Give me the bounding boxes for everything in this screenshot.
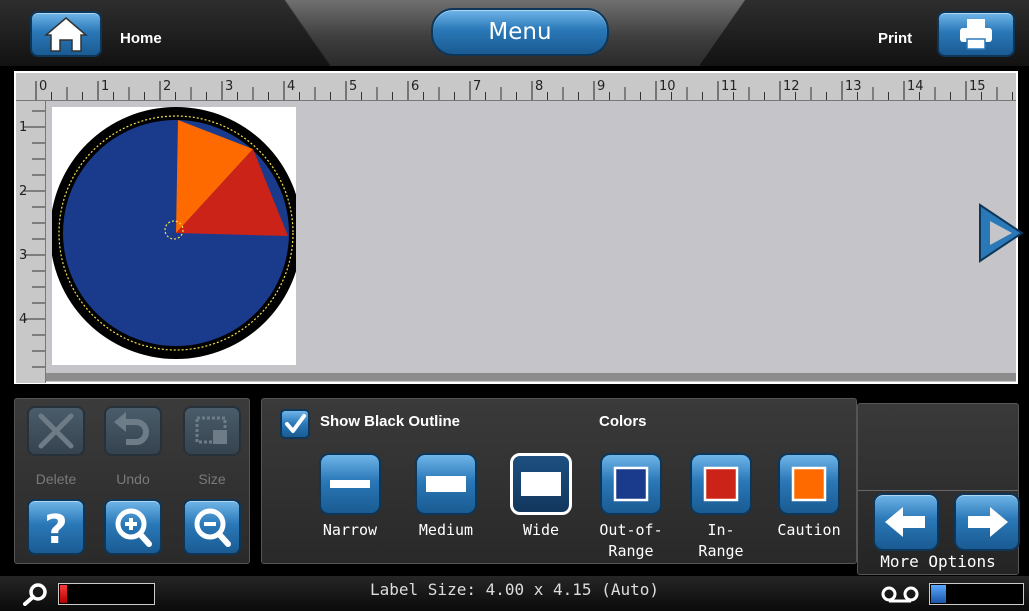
delete-label: Delete (35, 471, 77, 487)
delete-x-icon (38, 413, 74, 449)
label-editor-canvas[interactable]: 0 1 2 3 4 5 6 7 8 9 10 11 12 13 14 15 1234 (14, 71, 1024, 384)
home-label: Home (120, 30, 162, 47)
medium-line-icon (426, 476, 466, 492)
top-bar: Home Menu Print (0, 0, 1029, 66)
medium-label: Medium (418, 521, 474, 539)
zoom-out-button[interactable] (183, 499, 241, 555)
ruler-label: 6 (411, 79, 419, 94)
svg-text:?: ? (44, 507, 67, 553)
ruler-label: 3 (225, 79, 233, 94)
zoom-out-icon (194, 508, 231, 547)
size-button[interactable] (183, 406, 241, 456)
show-outline-label: Show Black Outline (320, 413, 461, 430)
caution-swatch-icon (791, 466, 827, 502)
help-button[interactable]: ? (27, 499, 85, 555)
narrow-line-icon (330, 480, 370, 488)
tape-cassette-icon (881, 586, 919, 603)
print-label: Print (878, 30, 913, 47)
tape-level-fill (931, 585, 946, 603)
home-icon (43, 17, 89, 52)
caution-color-button[interactable] (778, 453, 840, 515)
vertical-ruler: 1 2 3 4 (16, 101, 46, 383)
print-button[interactable] (937, 11, 1015, 57)
ruler-label: 4 (19, 312, 27, 327)
ruler-label: 7 (473, 79, 481, 94)
zoom-in-icon (115, 508, 152, 547)
horizontal-scrollbar[interactable] (46, 373, 1016, 381)
ruler-label: 10 (659, 79, 676, 94)
help-question-icon: ? (44, 507, 67, 553)
wide-line-icon (521, 472, 561, 496)
tool-panel: Delete Undo Size ? (14, 398, 250, 564)
colors-heading: Colors (599, 413, 647, 430)
size-label: Size (198, 471, 226, 487)
ruler-label: 4 (287, 79, 295, 94)
wide-label: Wide (522, 521, 560, 539)
ruler-label: 13 (845, 79, 862, 94)
menu-button[interactable]: Menu (431, 8, 609, 56)
caution-label: Caution (777, 521, 841, 539)
label-size-status: Label Size: 4.00 x 4.15 (Auto) (370, 580, 659, 599)
medium-outline-button[interactable] (415, 453, 477, 515)
gauge-pie-graphic[interactable] (50, 107, 302, 365)
ruler-label: 15 (969, 79, 986, 94)
tape-level-meter (929, 583, 1024, 605)
home-button[interactable] (30, 11, 102, 57)
narrow-label: Narrow (322, 521, 378, 539)
ruler-label: 14 (907, 79, 924, 94)
ruler-label: 2 (19, 184, 27, 199)
zoom-in-button[interactable] (104, 499, 162, 555)
horizontal-ruler: 0 1 2 3 4 5 6 7 8 9 10 11 12 13 14 15 (16, 73, 1016, 101)
show-outline-checkbox[interactable] (280, 409, 310, 439)
ruler-label: 3 (19, 248, 27, 263)
narrow-outline-button[interactable] (319, 453, 381, 515)
in-range-swatch-icon (703, 466, 739, 502)
ruler-label: 8 (535, 79, 543, 94)
undo-label: Undo (116, 471, 150, 487)
ruler-label: 5 (349, 79, 357, 94)
ruler-label: 11 (721, 79, 738, 94)
previous-options-button[interactable] (873, 493, 939, 551)
out-of-range-label: Out-of- Range (599, 521, 663, 560)
checkmark-icon (285, 414, 306, 433)
ruler-label: 2 (163, 79, 171, 94)
printer-icon (960, 19, 992, 50)
out-of-range-swatch-icon (613, 466, 649, 502)
ruler-label: 1 (101, 79, 109, 94)
in-range-label: In- Range (698, 521, 744, 560)
outline-options-panel: Show Black Outline Colors Narrow Medium … (261, 398, 857, 564)
more-options-label: More Options (880, 552, 996, 571)
next-page-arrow-icon[interactable] (976, 201, 1026, 265)
ruler-label: 1 (19, 120, 27, 135)
arrow-right-icon (968, 507, 1008, 537)
ruler-label: 12 (783, 79, 800, 94)
arrow-left-icon (885, 507, 925, 537)
ruler-label: 0 (39, 79, 47, 94)
undo-icon (114, 412, 149, 445)
wide-outline-button[interactable] (510, 453, 572, 515)
undo-button[interactable] (104, 406, 162, 456)
resize-icon (195, 416, 227, 444)
label-preview[interactable] (50, 107, 302, 365)
menu-label: Menu (488, 19, 552, 45)
delete-button[interactable] (27, 406, 85, 456)
in-range-color-button[interactable] (690, 453, 752, 515)
status-bar: Label Size: 4.00 x 4.15 (Auto) (0, 576, 1029, 611)
ruler-label: 9 (597, 79, 605, 94)
next-options-button[interactable] (954, 493, 1020, 551)
more-options-panel: More Options (857, 403, 1020, 575)
out-of-range-color-button[interactable] (600, 453, 662, 515)
